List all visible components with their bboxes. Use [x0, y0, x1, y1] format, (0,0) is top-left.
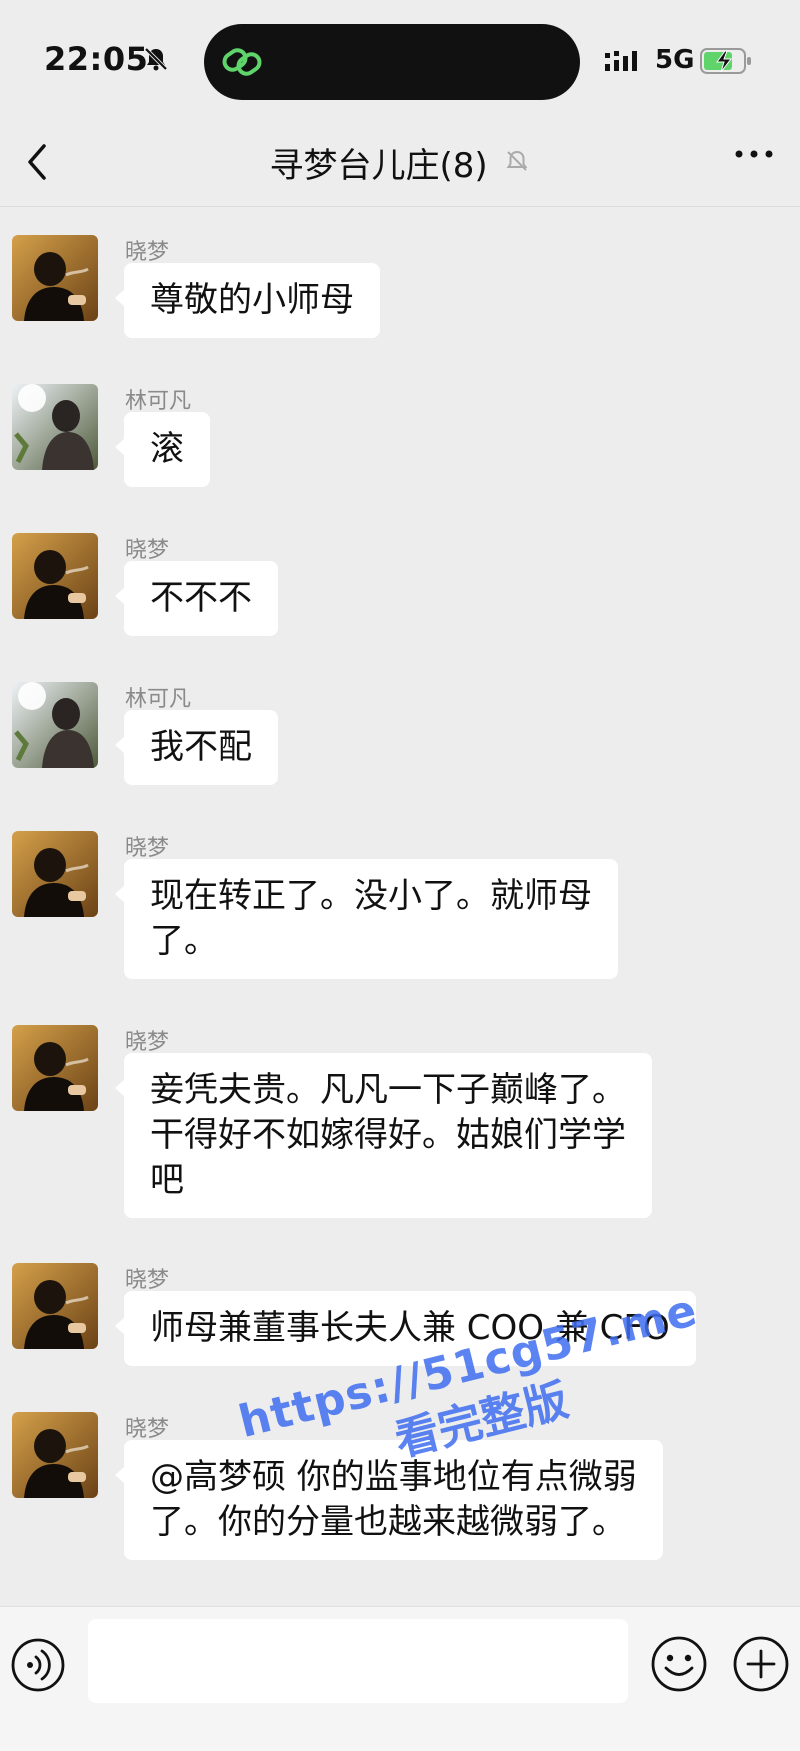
sender-name: 晓梦 [125, 240, 170, 265]
avatar-xiaomeng[interactable] [12, 533, 98, 619]
dynamic-island [204, 24, 580, 100]
message-line: 干得好不如嫁得好。姑娘们学学 [150, 1115, 626, 1155]
sender-name: 晓梦 [125, 1268, 170, 1293]
message-line: 妾凭夫贵。凡凡一下子巅峰了。 [150, 1070, 626, 1110]
message-line: 滚 [150, 429, 184, 469]
message-input[interactable] [88, 1619, 628, 1703]
message-bubble[interactable]: 师母兼董事长夫人兼 COO 兼 CFO [115, 1291, 696, 1366]
avatar-linkefan[interactable] [12, 682, 98, 768]
emoji-icon[interactable] [650, 1635, 708, 1697]
avatar-xiaomeng[interactable] [12, 1025, 98, 1111]
bell-off-icon [143, 46, 169, 76]
message-line: 了。 [150, 921, 218, 961]
message-line: 我不配 [150, 727, 252, 767]
voice-icon[interactable] [10, 1637, 66, 1693]
more-dots-icon[interactable] [734, 146, 774, 165]
signal-icon [605, 50, 645, 76]
network-type: 5G [655, 45, 695, 75]
avatar-xiaomeng[interactable] [12, 831, 98, 917]
chat-header: 寻梦台儿庄(8) [0, 120, 800, 207]
message-line: 吧 [150, 1160, 184, 1200]
avatar-xiaomeng[interactable] [12, 1412, 98, 1498]
battery-charging-icon [700, 46, 756, 80]
sender-name: 晓梦 [125, 836, 170, 861]
avatar-linkefan[interactable] [12, 384, 98, 470]
message-bubble[interactable]: 现在转正了。没小了。就师母 了。 [115, 859, 618, 979]
avatar-xiaomeng[interactable] [12, 235, 98, 321]
message-bubble[interactable]: 尊敬的小师母 [115, 263, 380, 338]
sender-name: 晓梦 [125, 538, 170, 563]
message-bubble[interactable]: @高梦硕 你的监事地位有点微弱 了。你的分量也越来越微弱了。 [115, 1440, 663, 1560]
island-link-icon [220, 40, 264, 88]
message-line: 尊敬的小师母 [150, 280, 354, 320]
message-line: 了。你的分量也越来越微弱了。 [150, 1502, 626, 1542]
message-bubble[interactable]: 滚 [115, 412, 210, 487]
chat-title: 寻梦台儿庄(8) [269, 146, 488, 186]
status-time: 22:05 [44, 40, 149, 78]
sender-name: 晓梦 [125, 1417, 170, 1442]
sender-name: 晓梦 [125, 1030, 170, 1055]
message-line: @高梦硕 你的监事地位有点微弱 [150, 1457, 637, 1497]
status-bar: 22:05 5G [0, 0, 800, 120]
plus-icon[interactable] [732, 1635, 790, 1697]
message-line: 现在转正了。没小了。就师母 [150, 876, 592, 916]
message-bubble[interactable]: 我不配 [115, 710, 278, 785]
message-line: 不不不 [150, 578, 252, 618]
muted-bell-icon [504, 143, 530, 183]
sender-name: 林可凡 [125, 389, 192, 414]
message-line: 师母兼董事长夫人兼 COO 兼 CFO [150, 1308, 670, 1348]
chat-title-wrap: 寻梦台儿庄(8) [0, 138, 800, 187]
avatar-xiaomeng[interactable] [12, 1263, 98, 1349]
sender-name: 林可凡 [125, 687, 192, 712]
input-bar [0, 1606, 800, 1751]
message-bubble[interactable]: 妾凭夫贵。凡凡一下子巅峰了。 干得好不如嫁得好。姑娘们学学 吧 [115, 1053, 652, 1218]
message-bubble[interactable]: 不不不 [115, 561, 278, 636]
